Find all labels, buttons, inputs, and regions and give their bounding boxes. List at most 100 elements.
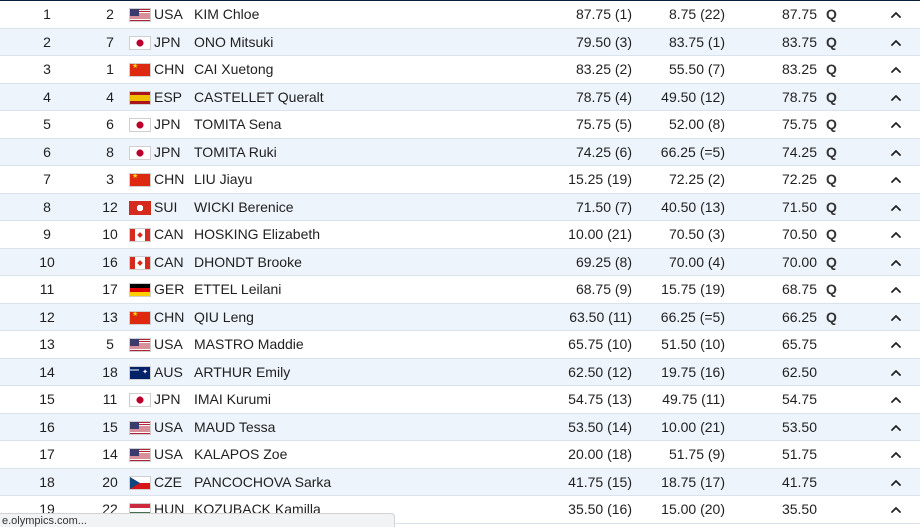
noc-cell: JPN (154, 116, 181, 132)
table-row[interactable]: 2 7 JPN ONO Mitsuki 79.50 (3) 83.75 (1) 83.75 Q (0, 28, 920, 56)
bib-cell: 1 (106, 61, 114, 77)
chevron-up-icon[interactable] (886, 56, 906, 83)
flag-sui-icon (129, 200, 151, 215)
noc-cell: JPN (154, 143, 181, 160)
run1-score: 68.75 (9) (575, 281, 632, 297)
noc-cell: CAN (154, 253, 184, 270)
bib-cell: 12 (102, 198, 118, 215)
chevron-up-icon[interactable] (886, 276, 906, 303)
bib-cell: 11 (102, 391, 118, 407)
table-row[interactable]: 13 5 USA MASTRO Maddie 65.75 (10) 51.50 (10) 6… (0, 331, 920, 359)
best-score: 66.25 (781, 308, 817, 325)
run1-score: 54.75 (13) (568, 391, 632, 407)
athlete-name[interactable]: WICKI Berenice (194, 194, 294, 221)
rank-cell: 2 (43, 33, 51, 50)
athlete-name[interactable]: ONO Mitsuki (194, 29, 273, 56)
best-score: 68.75 (781, 281, 817, 297)
chevron-up-icon[interactable] (886, 139, 906, 166)
chevron-up-icon[interactable] (886, 469, 906, 496)
run2-score: 66.25 (=5) (660, 143, 725, 160)
chevron-up-icon[interactable] (886, 1, 906, 28)
noc-cell: USA (154, 6, 183, 22)
table-row[interactable]: 12 13 CHN QIU Leng 63.50 (11) 66.25 (=5) 66.25… (0, 303, 920, 331)
run2-score: 10.00 (21) (661, 418, 725, 435)
athlete-name[interactable]: MASTRO Maddie (194, 331, 304, 358)
table-row[interactable]: 15 11 JPN IMAI Kurumi 54.75 (13) 49.75 (11) 54… (0, 386, 920, 414)
run2-score: 15.75 (19) (661, 281, 725, 297)
table-row[interactable]: 16 15 USA MAUD Tessa 53.50 (14) 10.00 (21) 53.… (0, 413, 920, 441)
bib-cell: 6 (106, 116, 114, 132)
run2-score: 66.25 (=5) (660, 308, 725, 325)
noc-cell: ESP (154, 88, 183, 105)
table-row[interactable]: 14 18 AUS ARTHUR Emily 62.50 (12) 19.75 (16) 6… (0, 358, 920, 386)
qualified-badge: Q (826, 33, 837, 50)
chevron-up-icon[interactable] (886, 304, 906, 331)
chevron-up-icon[interactable] (886, 29, 906, 56)
flag-can-icon (129, 255, 151, 270)
table-row[interactable]: 5 6 JPN TOMITA Sena 75.75 (5) 52.00 (8) 75.75 Q (0, 111, 920, 139)
table-row[interactable]: 3 1 CHN CAI Xuetong 83.25 (2) 55.50 (7) 83.25 Q (0, 56, 920, 84)
athlete-name[interactable]: KIM Chloe (194, 1, 259, 28)
athlete-name[interactable]: MAUD Tessa (194, 414, 275, 441)
rank-cell: 9 (43, 226, 51, 242)
chevron-up-icon[interactable] (886, 194, 906, 221)
athlete-name[interactable]: LIU Jiayu (194, 166, 252, 193)
flag-cze-icon (129, 475, 151, 490)
athlete-name[interactable]: TOMITA Ruki (194, 139, 277, 166)
best-score: 35.50 (781, 501, 817, 517)
chevron-up-icon[interactable] (886, 441, 906, 468)
flag-aus-icon (129, 365, 151, 380)
chevron-up-icon[interactable] (886, 496, 906, 523)
best-score: 70.00 (781, 253, 817, 270)
rank-cell: 6 (43, 143, 51, 160)
run1-score: 69.25 (8) (575, 253, 632, 270)
best-score: 54.75 (781, 391, 817, 407)
athlete-name[interactable]: IMAI Kurumi (194, 386, 271, 413)
table-row[interactable]: 1 2 USA KIM Chloe 87.75 (1) 8.75 (22) 87.75 Q (0, 1, 920, 29)
table-row[interactable]: 9 10 CAN HOSKING Elizabeth 10.00 (21) 70.50 (… (0, 221, 920, 249)
bib-cell: 17 (102, 281, 118, 297)
table-row[interactable]: 10 16 CAN DHONDT Brooke 69.25 (8) 70.00 (4) 70… (0, 248, 920, 276)
athlete-name[interactable]: KALAPOS Zoe (194, 441, 287, 468)
table-row[interactable]: 8 12 SUI WICKI Berenice 71.50 (7) 40.50 (13) 7… (0, 193, 920, 221)
bib-cell: 18 (102, 363, 118, 380)
table-row[interactable]: 7 3 CHN LIU Jiayu 15.25 (19) 72.25 (2) 72.25 Q (0, 166, 920, 194)
table-row[interactable]: 18 20 CZE PANCOCHOVA Sarka 41.75 (15) 18.75 (… (0, 468, 920, 496)
chevron-up-icon[interactable] (886, 84, 906, 111)
athlete-name[interactable]: DHONDT Brooke (194, 249, 302, 276)
chevron-up-icon[interactable] (886, 111, 906, 138)
chevron-up-icon[interactable] (886, 221, 906, 248)
run2-score: 55.50 (7) (668, 61, 725, 77)
athlete-name[interactable]: ARTHUR Emily (194, 359, 290, 386)
run1-score: 53.50 (14) (568, 418, 632, 435)
chevron-up-icon[interactable] (886, 331, 906, 358)
qualified-badge: Q (826, 253, 837, 270)
athlete-name[interactable]: CASTELLET Queralt (194, 84, 324, 111)
table-row[interactable]: 17 14 USA KALAPOS Zoe 20.00 (18) 51.75 (9) 51.… (0, 441, 920, 469)
noc-cell: CHN (154, 61, 185, 77)
athlete-name[interactable]: TOMITA Sena (194, 111, 281, 138)
run2-score: 51.75 (9) (668, 446, 725, 462)
chevron-up-icon[interactable] (886, 249, 906, 276)
bib-cell: 2 (106, 6, 114, 22)
athlete-name[interactable]: ETTEL Leilani (194, 276, 281, 303)
best-score: 51.75 (781, 446, 817, 462)
athlete-name[interactable]: QIU Leng (194, 304, 254, 331)
chevron-up-icon[interactable] (886, 359, 906, 386)
chevron-up-icon[interactable] (886, 166, 906, 193)
run1-score: 71.50 (7) (575, 198, 632, 215)
noc-cell: JPN (154, 391, 181, 407)
qualified-badge: Q (826, 116, 837, 132)
athlete-name[interactable]: CAI Xuetong (194, 56, 273, 83)
chevron-up-icon[interactable] (886, 414, 906, 441)
run1-score: 79.50 (3) (575, 33, 632, 50)
table-row[interactable]: 11 17 GER ETTEL Leilani 68.75 (9) 15.75 (19) 6… (0, 276, 920, 304)
athlete-name[interactable]: HOSKING Elizabeth (194, 221, 320, 248)
flag-usa-icon (129, 420, 151, 435)
table-row[interactable]: 4 4 ESP CASTELLET Queralt 78.75 (4) 49.50 (12… (0, 83, 920, 111)
run2-score: 8.75 (22) (668, 6, 725, 22)
rank-cell: 5 (43, 116, 51, 132)
athlete-name[interactable]: PANCOCHOVA Sarka (194, 469, 331, 496)
table-row[interactable]: 6 8 JPN TOMITA Ruki 74.25 (6) 66.25 (=5) 74.25… (0, 138, 920, 166)
chevron-up-icon[interactable] (886, 386, 906, 413)
